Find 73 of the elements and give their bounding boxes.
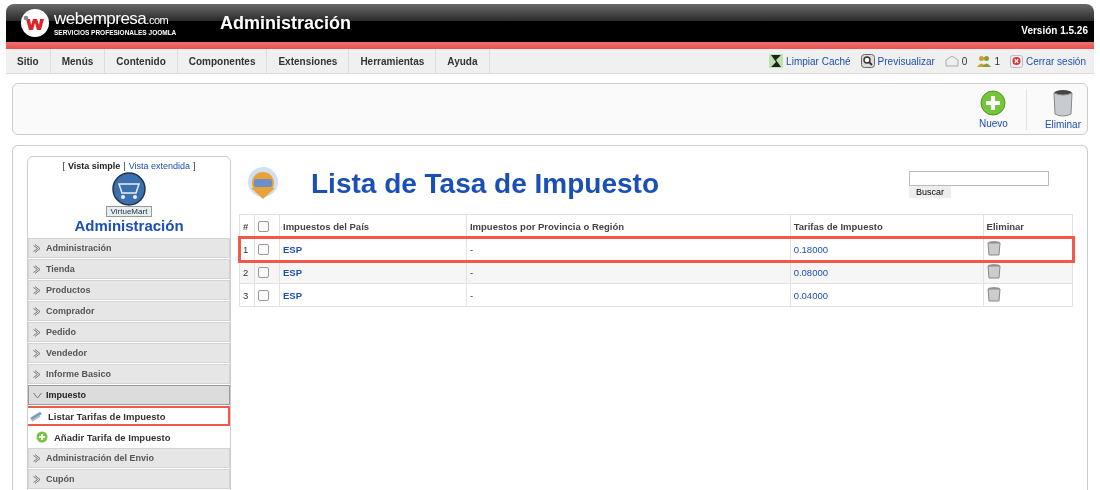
chevron-right-icon [33, 306, 42, 316]
bracket-text: [ [62, 161, 65, 171]
sidebar-item[interactable]: Administración del Envio [28, 448, 230, 468]
rate-link[interactable]: 0.18000 [793, 243, 828, 255]
chevron-right-icon [33, 453, 42, 463]
table-cell: 3 [239, 283, 255, 307]
magnifier-icon [860, 54, 875, 68]
brand-label: VirtueMart [105, 206, 153, 217]
tax-icon [245, 166, 281, 202]
country-link[interactable]: ESP [283, 243, 302, 255]
select-all-checkbox[interactable] [258, 221, 269, 232]
close-icon [1009, 54, 1023, 68]
users-icon [977, 55, 992, 67]
column-header: Impuestos del País [279, 214, 467, 238]
status-link[interactable]: Limpiar Caché [769, 54, 851, 68]
plus-icon [980, 89, 1007, 116]
chevron-right-icon [33, 264, 42, 274]
column-header: Impuestos por Provincia o Región [466, 214, 791, 238]
rate-link[interactable]: 0.08000 [793, 266, 828, 278]
sidebar-item[interactable]: Cupón [28, 469, 230, 489]
status-link[interactable]: Previsualizar [860, 54, 935, 68]
chevron-right-icon [33, 369, 42, 379]
lightning-icon [769, 54, 784, 68]
new-button[interactable]: Nuevo [960, 89, 1026, 129]
trash-icon [1052, 88, 1073, 117]
sidebar-item[interactable]: Productos [28, 280, 230, 300]
view-link[interactable]: Vista simple [67, 161, 121, 171]
country-link[interactable]: ESP [283, 266, 302, 278]
bracket-text: ] [193, 161, 196, 171]
column-header: # [239, 214, 255, 238]
logo-icon [20, 8, 50, 38]
submenu-link[interactable]: Listar Tarifas de Impuesto [28, 406, 230, 426]
column-header: Tarifas de Impuesto [790, 214, 984, 238]
view-link[interactable]: Vista extendida [128, 161, 191, 171]
row-checkbox[interactable] [258, 267, 269, 278]
sidebar-item[interactable]: Impuesto [28, 385, 230, 405]
logo-wordmark: webempresa.com [54, 10, 170, 29]
chevron-right-icon [33, 348, 42, 358]
table-cell: - [466, 260, 791, 284]
row-checkbox[interactable] [258, 244, 269, 255]
chevron-right-icon [33, 285, 42, 295]
trash-icon[interactable] [986, 263, 1001, 279]
trash-icon[interactable] [986, 286, 1001, 302]
plus-icon [36, 431, 48, 443]
sidebar-item[interactable]: Pedido [28, 322, 230, 342]
chevron-down-icon [33, 390, 42, 400]
chevron-right-icon [33, 474, 42, 484]
rate-icon [30, 410, 42, 422]
version-label: Versión 1.5.26 [1021, 25, 1088, 36]
sidebar-item[interactable]: Administración [28, 238, 230, 258]
sidebar-item[interactable]: Informe Basico [28, 364, 230, 384]
chevron-right-icon [33, 243, 42, 253]
table-cell: 2 [239, 260, 255, 284]
sidebar-heading: Administración [74, 217, 184, 236]
header-title: Administración [220, 12, 353, 34]
country-link[interactable]: ESP [283, 289, 302, 301]
count-label[interactable]: 0 [944, 55, 968, 67]
search-field[interactable] [909, 170, 1049, 186]
chevron-right-icon [33, 327, 42, 337]
rate-link[interactable]: 0.04000 [793, 289, 828, 301]
separator-text: | [123, 161, 126, 171]
sidebar-item[interactable]: Vendedor [28, 343, 230, 363]
column-header: Eliminar [983, 214, 1073, 238]
trash-icon[interactable] [986, 240, 1001, 256]
sidebar-item[interactable]: Comprador [28, 301, 230, 321]
status-link[interactable]: Cerrar sesión [1009, 54, 1086, 68]
count-label[interactable]: 1 [977, 55, 1000, 67]
delete-button[interactable]: Eliminar [1025, 88, 1081, 130]
row-checkbox[interactable] [258, 290, 269, 301]
sidebar-item[interactable]: Tienda [28, 259, 230, 279]
table-cell: - [466, 283, 791, 307]
page-title: Lista de Tasa de Impuesto [311, 168, 661, 200]
submenu-link[interactable]: Añadir Tarifa de Impuesto [28, 427, 230, 447]
